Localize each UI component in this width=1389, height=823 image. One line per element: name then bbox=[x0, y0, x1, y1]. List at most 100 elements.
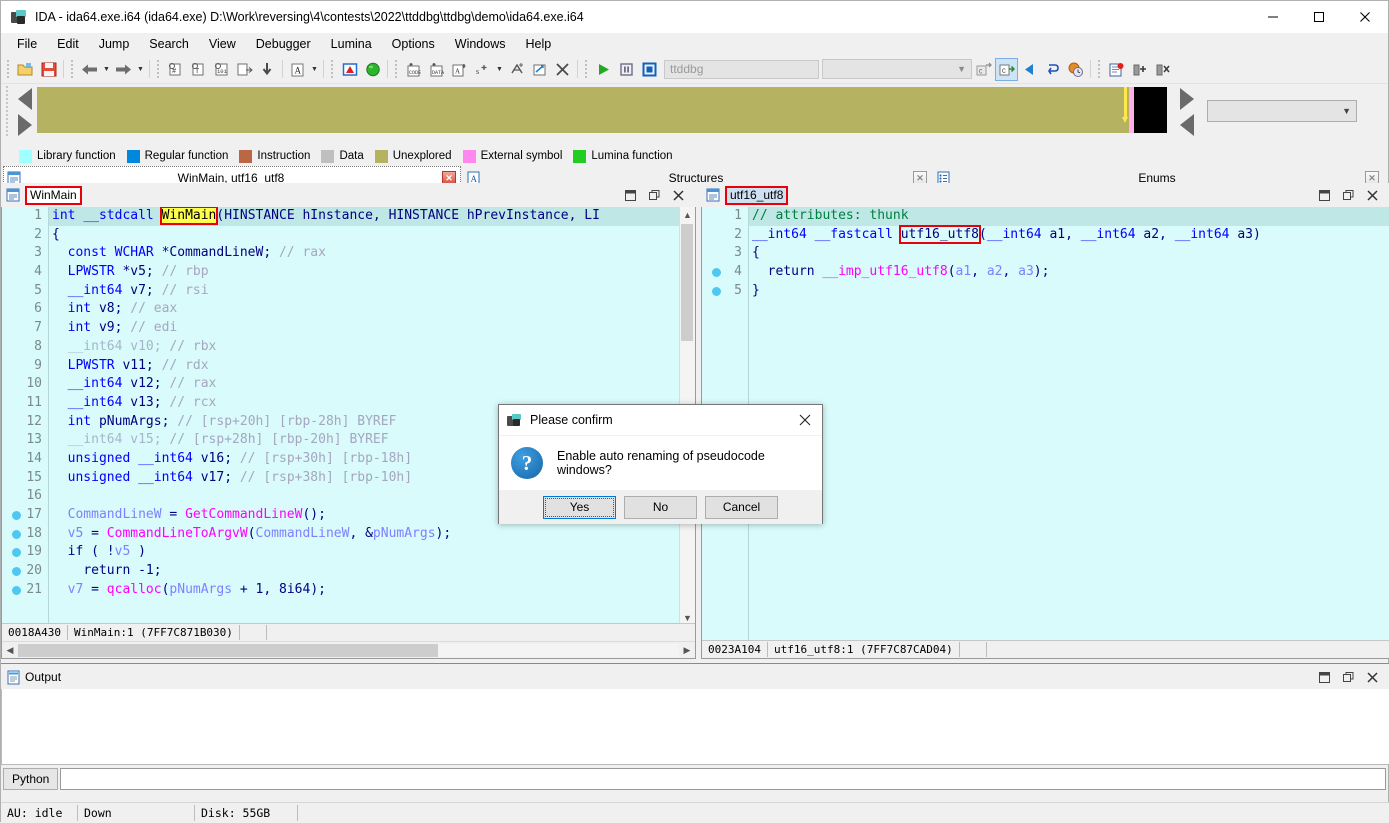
ascii-dropdown-icon[interactable]: ▼ bbox=[309, 58, 320, 81]
toolbar-grip-3[interactable] bbox=[155, 58, 162, 80]
add-breakpoint-icon[interactable] bbox=[1128, 58, 1151, 81]
breakpoint-dot-icon[interactable] bbox=[12, 567, 21, 576]
menu-debugger[interactable]: Debugger bbox=[246, 34, 321, 54]
undefine-icon[interactable] bbox=[528, 58, 551, 81]
code-line[interactable]: int v9; // edi bbox=[49, 319, 695, 338]
make-code-icon[interactable]: CODE bbox=[402, 58, 425, 81]
code-line[interactable]: if ( !v5 ) bbox=[49, 543, 695, 562]
dialog-yes-button[interactable]: Yes bbox=[543, 496, 616, 519]
debugger-select[interactable]: ttddbg bbox=[664, 60, 819, 79]
vertical-scroll-thumb[interactable] bbox=[681, 224, 693, 341]
breakpoint-dot-icon[interactable] bbox=[12, 586, 21, 595]
code-line[interactable]: { bbox=[49, 226, 695, 245]
output-header[interactable]: Output bbox=[1, 663, 1389, 691]
navband-backward-icon[interactable] bbox=[1180, 114, 1194, 136]
search-next-icon[interactable] bbox=[233, 58, 256, 81]
breakpoint-dot-icon[interactable] bbox=[12, 511, 21, 520]
code-line[interactable]: v5 = CommandLineToArgvW(CommandLineW, &p… bbox=[49, 525, 695, 544]
code-line[interactable]: return __imp_utf16_utf8(a1, a2, a3); bbox=[749, 263, 1389, 282]
menu-windows[interactable]: Windows bbox=[445, 34, 516, 54]
del-breakpoint-icon[interactable] bbox=[1151, 58, 1174, 81]
menu-edit[interactable]: Edit bbox=[47, 34, 89, 54]
horizontal-scroll-thumb[interactable] bbox=[18, 644, 438, 657]
menu-lumina[interactable]: Lumina bbox=[321, 34, 382, 54]
output-close-button[interactable] bbox=[1360, 667, 1384, 687]
open-file-icon[interactable] bbox=[14, 58, 37, 81]
run-to-cursor-icon[interactable] bbox=[1041, 58, 1064, 81]
menu-file[interactable]: File bbox=[7, 34, 47, 54]
run-icon[interactable] bbox=[592, 58, 615, 81]
step-out-icon[interactable] bbox=[1018, 58, 1041, 81]
toolbar-grip[interactable] bbox=[5, 58, 12, 80]
cli-language-button[interactable]: Python bbox=[3, 768, 58, 790]
ascii-icon[interactable]: A bbox=[286, 58, 309, 81]
navband-grip[interactable] bbox=[3, 86, 11, 138]
toolbar-grip-5[interactable] bbox=[393, 58, 400, 80]
cli-input[interactable] bbox=[60, 768, 1386, 790]
step-into-icon[interactable]: C bbox=[995, 58, 1018, 81]
delete-icon[interactable] bbox=[551, 58, 574, 81]
code-line[interactable]: __int64 v10; // rbx bbox=[49, 338, 695, 357]
pause-icon[interactable] bbox=[615, 58, 638, 81]
make-struct-dropdown-icon[interactable]: ▼ bbox=[494, 58, 505, 81]
pane-header[interactable]: WinMain bbox=[1, 183, 696, 208]
back-dropdown-icon[interactable]: ▼ bbox=[101, 58, 112, 81]
dialog-no-button[interactable]: No bbox=[624, 496, 697, 519]
scroll-right-icon[interactable]: ▶ bbox=[679, 643, 695, 658]
code-line[interactable]: __int64 v12; // rax bbox=[49, 375, 695, 394]
breakpoint-dot-icon[interactable] bbox=[712, 287, 721, 296]
jump-select[interactable]: ▼ bbox=[1207, 100, 1357, 122]
toolbar-grip-7[interactable] bbox=[1096, 58, 1103, 80]
make-array-icon[interactable] bbox=[505, 58, 528, 81]
stop-icon[interactable] bbox=[638, 58, 661, 81]
back-arrow-icon[interactable] bbox=[78, 58, 101, 81]
code-line[interactable]: { bbox=[749, 244, 1389, 263]
forward-arrow-icon[interactable] bbox=[112, 58, 135, 81]
dialog-close-button[interactable] bbox=[788, 405, 822, 435]
navband-left-arrows[interactable] bbox=[13, 86, 37, 138]
code-line[interactable]: return -1; bbox=[49, 562, 695, 581]
minimize-button[interactable] bbox=[1250, 1, 1296, 33]
code-line[interactable]: LPWSTR *v5; // rbp bbox=[49, 263, 695, 282]
make-data-icon[interactable]: DATA bbox=[425, 58, 448, 81]
breakpoint-dot-icon[interactable] bbox=[712, 268, 721, 277]
menu-search[interactable]: Search bbox=[139, 34, 199, 54]
navband-next-icon[interactable] bbox=[18, 114, 32, 136]
horizontal-scroll-track[interactable] bbox=[18, 644, 679, 657]
code-line[interactable]: } bbox=[749, 282, 1389, 301]
search-hash-icon[interactable]: # bbox=[164, 58, 187, 81]
code-line[interactable]: int __stdcall WinMain(HINSTANCE hInstanc… bbox=[49, 207, 695, 226]
save-file-icon[interactable] bbox=[37, 58, 60, 81]
code-line[interactable]: __int64 __fastcall utf16_utf8(__int64 a1… bbox=[749, 226, 1389, 245]
breakpoints-icon[interactable] bbox=[1105, 58, 1128, 81]
navband-prev-icon[interactable] bbox=[18, 88, 32, 110]
breakpoint-dot-icon[interactable] bbox=[12, 530, 21, 539]
close-button[interactable] bbox=[1342, 1, 1388, 33]
menu-view[interactable]: View bbox=[199, 34, 246, 54]
code-line[interactable]: // attributes: thunk bbox=[749, 207, 1389, 226]
make-struct-icon[interactable]: s bbox=[471, 58, 494, 81]
menu-help[interactable]: Help bbox=[515, 34, 561, 54]
forward-dropdown-icon[interactable]: ▼ bbox=[135, 58, 146, 81]
navband-forward-icon[interactable] bbox=[1180, 88, 1194, 110]
pane-maximize-button[interactable] bbox=[642, 185, 666, 205]
code-line[interactable]: v7 = qcalloc(pNumArgs + 1, 8i64); bbox=[49, 581, 695, 600]
code-line[interactable]: __int64 v7; // rsi bbox=[49, 282, 695, 301]
menu-options[interactable]: Options bbox=[382, 34, 445, 54]
navigation-band[interactable] bbox=[37, 87, 1167, 133]
output-restore-button[interactable] bbox=[1312, 667, 1336, 687]
dialog-cancel-button[interactable]: Cancel bbox=[705, 496, 778, 519]
navband-right-arrows[interactable] bbox=[1175, 86, 1199, 138]
trace-icon[interactable] bbox=[1064, 58, 1087, 81]
output-maximize-button[interactable] bbox=[1336, 667, 1360, 687]
horizontal-scrollbar[interactable]: ◀ ▶ bbox=[2, 641, 695, 658]
search-binary-icon[interactable]: 101 bbox=[210, 58, 233, 81]
pane-restore-button[interactable] bbox=[1312, 185, 1336, 205]
output-text-area[interactable] bbox=[1, 689, 1389, 765]
pane-header[interactable]: utf16_utf8 bbox=[701, 183, 1389, 208]
code-line[interactable]: LPWSTR v11; // rdx bbox=[49, 357, 695, 376]
step-over-icon[interactable]: C bbox=[972, 58, 995, 81]
jump-down-icon[interactable] bbox=[256, 58, 279, 81]
menu-jump[interactable]: Jump bbox=[89, 34, 140, 54]
search-text-icon[interactable]: T bbox=[187, 58, 210, 81]
